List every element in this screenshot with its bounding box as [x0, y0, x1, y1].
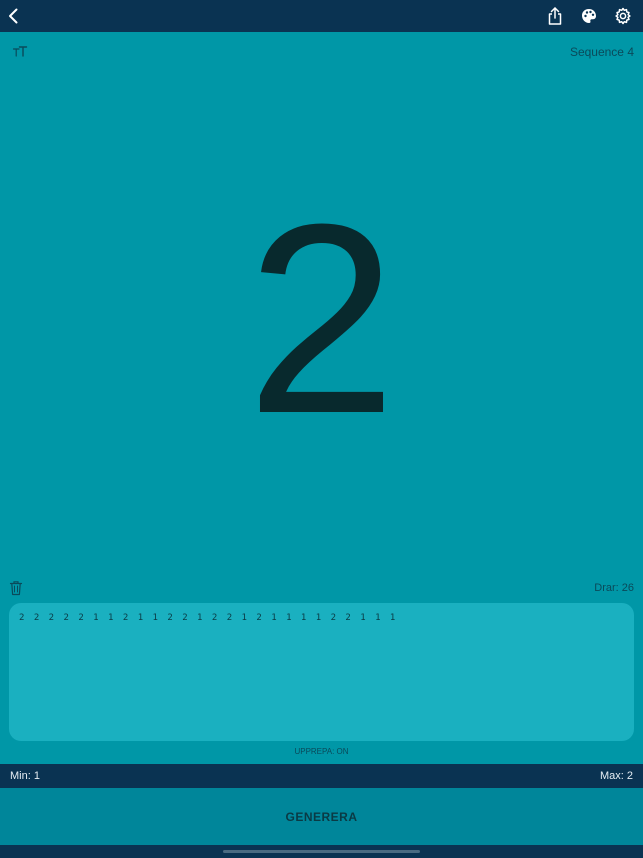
top-navigation-bar [0, 0, 643, 32]
history-panel: 2 2 2 2 2 1 1 2 1 1 2 2 1 2 2 1 2 1 1 1 … [9, 603, 634, 741]
palette-icon[interactable] [579, 6, 599, 26]
current-number: 2 [246, 169, 397, 470]
back-chevron-icon[interactable] [4, 6, 24, 26]
share-icon[interactable] [545, 6, 565, 26]
home-indicator[interactable] [223, 850, 420, 853]
min-value-label[interactable]: Min: 1 [10, 770, 40, 782]
text-size-icon[interactable] [12, 44, 28, 60]
repeat-status-label: UPPREPA: ON [294, 747, 349, 756]
history-sequence-text: 2 2 2 2 2 1 1 2 1 1 2 2 1 2 2 1 2 1 1 1 … [19, 613, 396, 623]
draws-count-label: Drar: 26 [594, 582, 634, 594]
gear-icon[interactable] [613, 6, 633, 26]
sequence-label: Sequence 4 [569, 45, 634, 59]
max-value-label[interactable]: Max: 2 [600, 770, 633, 782]
trash-icon[interactable] [9, 580, 23, 596]
range-bar: Min: 1 Max: 2 [0, 764, 643, 788]
bottom-bar [0, 845, 643, 858]
generate-button[interactable]: GENERERA [0, 788, 643, 845]
